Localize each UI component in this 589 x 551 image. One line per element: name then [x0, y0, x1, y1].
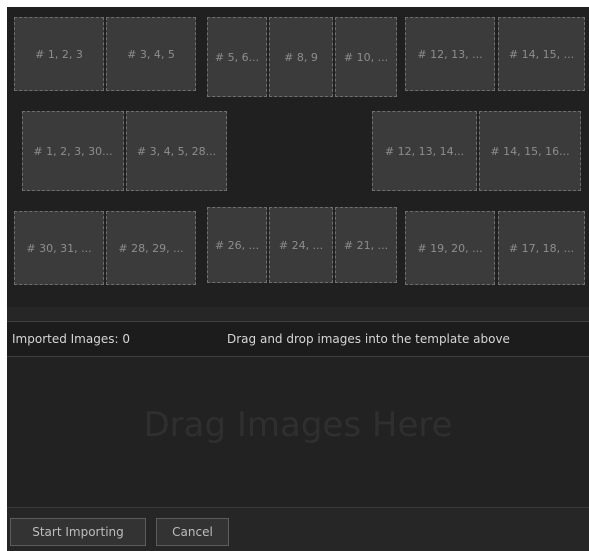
template-slot[interactable]: # 3, 4, 5 [106, 17, 196, 91]
footer: Start Importing Cancel [7, 507, 589, 551]
template-slot[interactable]: # 26, ... [207, 207, 267, 283]
slot-label: # 12, 13, ... [417, 47, 483, 61]
slot-label: # 3, 4, 5 [127, 47, 175, 61]
template-slot[interactable]: # 24, ... [269, 207, 333, 283]
slot-label: # 24, ... [278, 238, 324, 252]
template-slot[interactable]: # 10, ... [335, 17, 397, 97]
cancel-button[interactable]: Cancel [156, 518, 229, 546]
template-slot[interactable]: # 14, 15, 16... [479, 111, 581, 191]
slot-label: # 10, ... [343, 50, 389, 64]
template-slot[interactable]: # 12, 13, ... [405, 17, 495, 91]
template-grid: # 1, 2, 3 # 3, 4, 5 # 5, 6... # 8, 9 # 1… [7, 7, 589, 307]
slot-label: # 30, 31, ... [26, 241, 92, 255]
start-importing-button[interactable]: Start Importing [10, 518, 146, 546]
slot-label: # 26, ... [214, 238, 260, 252]
import-dialog: # 1, 2, 3 # 3, 4, 5 # 5, 6... # 8, 9 # 1… [7, 7, 589, 551]
slot-label: # 19, 20, ... [417, 241, 483, 255]
slot-label: # 17, 18, ... [508, 241, 575, 255]
slot-label: # 3, 4, 5, 28... [136, 144, 217, 158]
slot-label: # 21, ... [343, 238, 389, 252]
template-slot[interactable]: # 17, 18, ... [498, 211, 585, 285]
template-slot[interactable]: # 1, 2, 3 [14, 17, 104, 91]
drag-hint: Drag and drop images into the template a… [227, 332, 510, 346]
slot-label: # 12, 13, 14... [384, 144, 465, 158]
template-slot[interactable]: # 19, 20, ... [405, 211, 495, 285]
template-slot[interactable]: # 3, 4, 5, 28... [126, 111, 227, 191]
imported-count: Imported Images: 0 [12, 332, 130, 346]
slot-label: # 28, 29, ... [118, 241, 184, 255]
slot-label: # 1, 2, 3, 30... [33, 144, 113, 158]
drop-zone[interactable]: Drag Images Here [7, 357, 589, 507]
template-slot[interactable]: # 5, 6... [207, 17, 267, 97]
status-bar: Imported Images: 0 Drag and drop images … [7, 321, 589, 357]
slot-label: # 5, 6... [214, 50, 260, 64]
drop-zone-label: Drag Images Here [143, 405, 453, 445]
template-slot[interactable]: # 8, 9 [269, 17, 333, 97]
template-slot[interactable]: # 30, 31, ... [14, 211, 104, 285]
template-slot[interactable]: # 12, 13, 14... [372, 111, 477, 191]
slot-label: # 8, 9 [284, 50, 318, 64]
template-slot[interactable]: # 14, 15, ... [498, 17, 585, 91]
slot-label: # 14, 15, 16... [490, 144, 570, 158]
slot-label: # 1, 2, 3 [35, 47, 83, 61]
template-slot[interactable]: # 28, 29, ... [106, 211, 196, 285]
template-slot[interactable]: # 1, 2, 3, 30... [22, 111, 124, 191]
template-slot[interactable]: # 21, ... [335, 207, 397, 283]
slot-label: # 14, 15, ... [508, 47, 575, 61]
